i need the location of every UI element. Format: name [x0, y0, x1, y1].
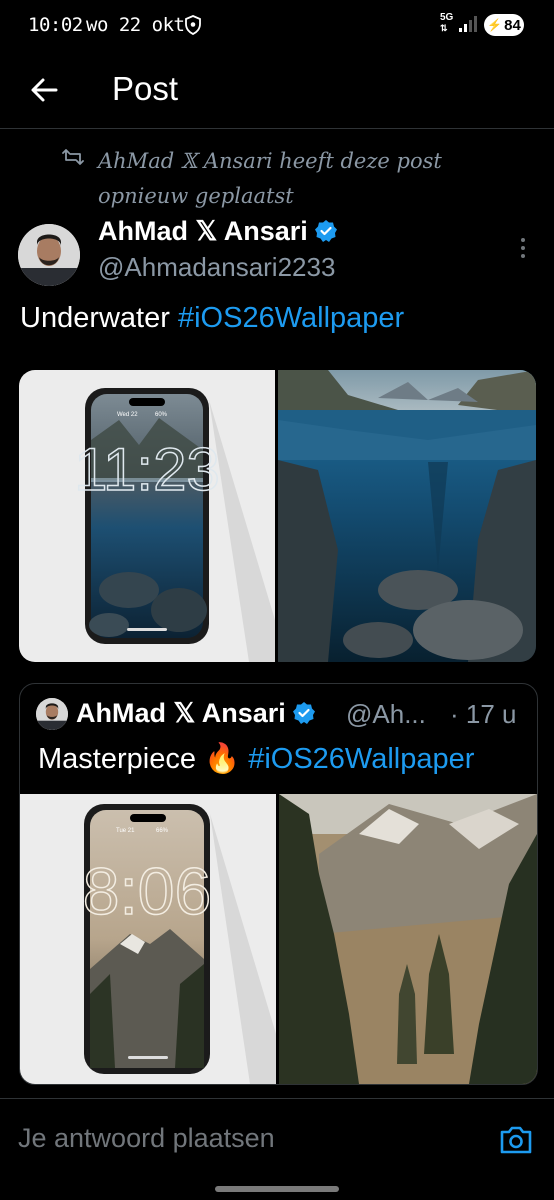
quote-text: Masterpiece 🔥 #iOS26Wallpaper	[38, 743, 475, 775]
battery-icon: ⚡ 84	[484, 14, 524, 36]
wallpaper-image[interactable]	[279, 794, 537, 1084]
author-handle[interactable]: @Ahmadansari2233	[98, 252, 335, 283]
avatar[interactable]	[18, 224, 80, 286]
shield-icon	[185, 15, 201, 35]
camera-icon[interactable]	[498, 1123, 534, 1157]
repost-text: AhMad 𝕏 Ansari heeft deze post opnieuw g…	[98, 149, 442, 208]
status-bar: 10:02 wo 22 okt 5G ⇅ ⚡ 84	[0, 0, 554, 52]
phone-clock: 8:06	[83, 854, 211, 928]
quote-handle: @Ah...	[346, 699, 426, 729]
phone-clock: 11:23	[74, 436, 220, 503]
avatar-image	[18, 224, 80, 286]
phone-mockup-image[interactable]: Wed 22 60% 11:23	[19, 370, 275, 662]
home-indicator[interactable]	[215, 1186, 339, 1192]
hashtag-link[interactable]: #iOS26Wallpaper	[178, 302, 404, 334]
quote-time: · 17 u	[450, 699, 517, 729]
top-bar: Post	[0, 52, 554, 129]
signal-icon	[459, 16, 477, 32]
quote-media[interactable]: Tue 21 66% 8:06	[20, 794, 537, 1084]
quote-author-name: AhMad 𝕏 Ansari	[76, 698, 316, 729]
status-time: 10:02	[28, 14, 83, 36]
phone-battery: 66%	[156, 828, 169, 834]
network-type: 5G ⇅	[440, 12, 454, 34]
phone-date: Tue 21	[116, 828, 135, 834]
phone-battery: 60%	[155, 412, 168, 418]
post-media[interactable]: Wed 22 60% 11:23	[19, 370, 536, 662]
phone-date: Wed 22	[117, 412, 138, 418]
status-date: wo 22 okt	[86, 14, 185, 36]
quote-hashtag-link[interactable]: #iOS26Wallpaper	[248, 743, 474, 775]
post-text: Underwater #iOS26Wallpaper	[20, 302, 405, 334]
phone-mockup-image[interactable]: Tue 21 66% 8:06	[20, 794, 276, 1084]
reply-input[interactable]: Je antwoord plaatsen	[18, 1123, 275, 1154]
reply-bar: Je antwoord plaatsen	[0, 1098, 554, 1185]
quoted-post[interactable]: AhMad 𝕏 Ansari @Ah... · 17 u Masterpiece…	[19, 683, 538, 1085]
quote-avatar	[36, 698, 68, 730]
verified-badge-icon	[292, 702, 315, 724]
quote-avatar-image	[36, 698, 68, 730]
page-title: Post	[112, 70, 179, 107]
more-vertical-icon[interactable]	[516, 236, 530, 260]
arrow-left-icon[interactable]	[26, 72, 62, 108]
wallpaper-image[interactable]	[278, 370, 536, 662]
verified-badge-icon	[314, 220, 337, 242]
repost-icon	[62, 149, 84, 165]
author-name[interactable]: AhMad 𝕏 Ansari	[98, 216, 338, 247]
